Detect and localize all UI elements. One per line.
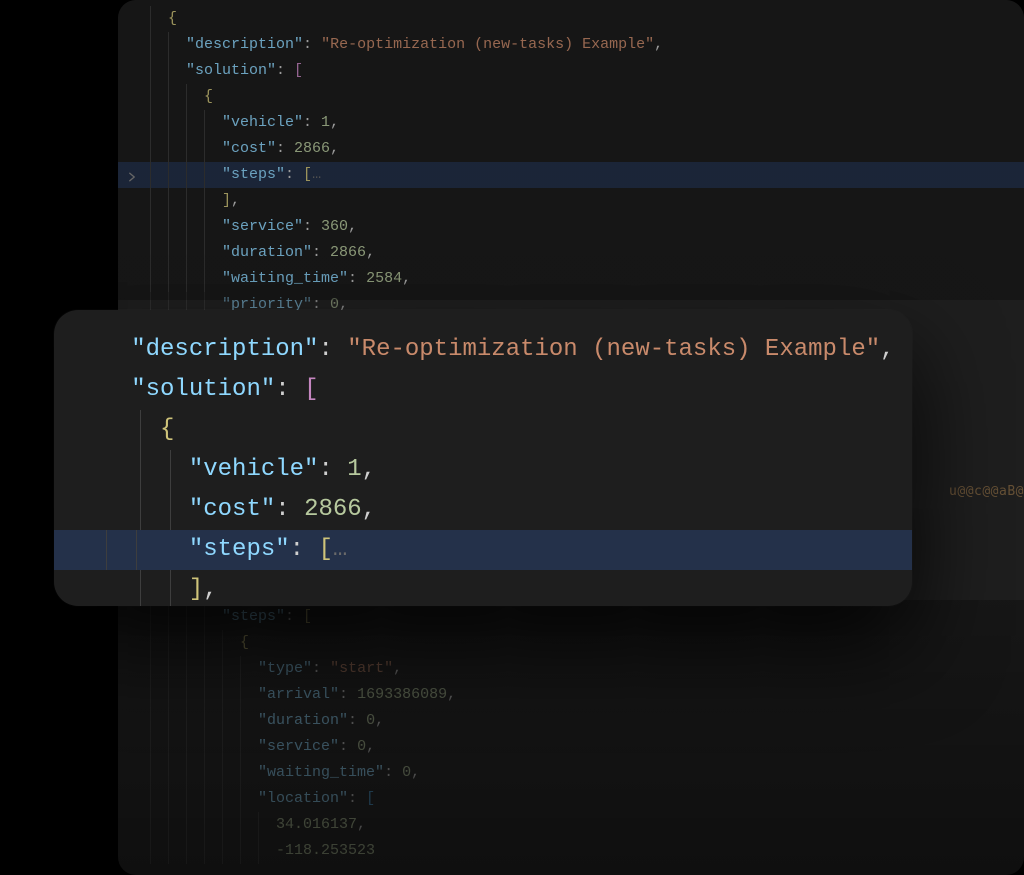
code-line[interactable]: "duration": 0, (118, 708, 1024, 734)
code-line[interactable]: "waiting_time": 0, (118, 760, 1024, 786)
code-line-zoom: "steps": [… (54, 530, 912, 570)
code-line[interactable]: "solution": [ (118, 58, 1024, 84)
code-line[interactable]: -118.253523 (118, 838, 1024, 864)
fold-chevron-icon[interactable] (126, 167, 138, 179)
code-line[interactable]: "service": 0, (118, 734, 1024, 760)
code-line[interactable]: "service": 360, (118, 214, 1024, 240)
code-line-zoom: { (88, 410, 912, 450)
code-line[interactable]: { (118, 84, 1024, 110)
code-line-zoom: "vehicle": 1, (88, 450, 912, 490)
code-line[interactable]: "steps": [… (118, 162, 1024, 188)
code-line[interactable]: "duration": 2866, (118, 240, 1024, 266)
code-line[interactable]: "location": [ (118, 786, 1024, 812)
code-line[interactable]: "steps": [ (118, 604, 1024, 630)
code-line[interactable]: "type": "start", (118, 656, 1024, 682)
code-line[interactable]: ], (118, 188, 1024, 214)
code-line[interactable]: 34.016137, (118, 812, 1024, 838)
code-line-zoom: "cost": 2866, (88, 490, 912, 530)
code-line[interactable]: "arrival": 1693386089, (118, 682, 1024, 708)
code-line[interactable]: "vehicle": 1, (118, 110, 1024, 136)
code-line[interactable]: { (118, 6, 1024, 32)
code-line-zoom: "description": "Re-optimization (new-tas… (88, 330, 912, 370)
code-line-zoom: ], (88, 570, 912, 606)
code-line[interactable]: "description": "Re-optimization (new-tas… (118, 32, 1024, 58)
code-line[interactable]: "waiting_time": 2584, (118, 266, 1024, 292)
code-line[interactable]: { (118, 630, 1024, 656)
code-zoom-card: "description": "Re-optimization (new-tas… (54, 310, 912, 606)
code-line-zoom: "solution": [ (88, 370, 912, 410)
code-line[interactable]: "cost": 2866, (118, 136, 1024, 162)
edge-fragment-text: u@@c@@aB@ (949, 484, 1024, 499)
